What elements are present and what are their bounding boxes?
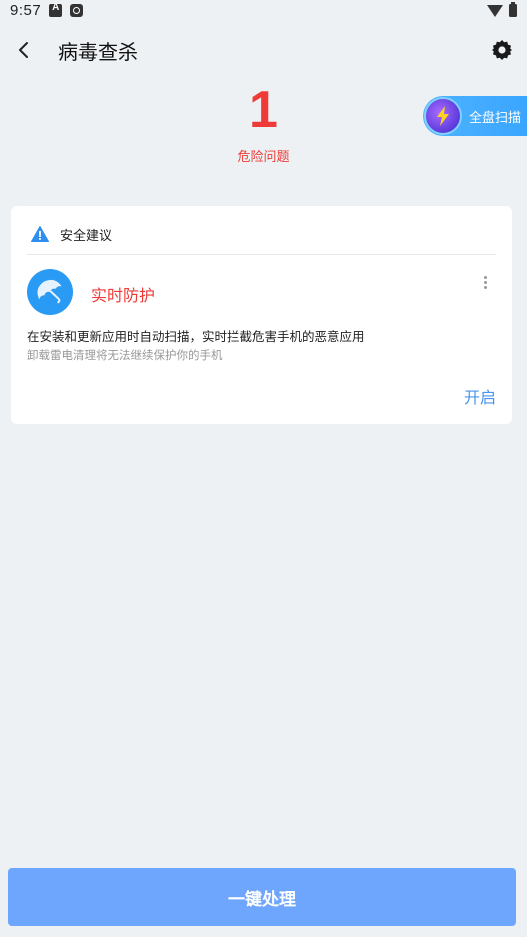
enable-button[interactable]: 开启 — [464, 384, 496, 408]
back-icon[interactable] — [14, 40, 34, 60]
fullscan-label: 全盘扫描 — [469, 110, 522, 126]
card-title: 安全建议 — [60, 228, 113, 244]
umbrella-icon — [27, 269, 73, 315]
fullscan-button[interactable]: 全盘扫描 — [423, 96, 527, 136]
battery-icon — [509, 1, 517, 17]
status-bar: 9:57 — [0, 0, 527, 20]
one-click-fix-button[interactable]: 一键处理 — [8, 868, 516, 926]
realtime-protection-note: 卸载雷电清理将无法继续保护你的手机 — [27, 348, 223, 362]
lightning-icon — [424, 97, 462, 135]
realtime-protection-description: 在安装和更新应用时自动扫描，实时拦截危害手机的恶意应用 — [27, 329, 365, 344]
security-suggestion-card: 安全建议 实时防护 在安装和更新应用时自动扫描，实时拦截危害手机的恶意应用 卸载… — [11, 206, 512, 424]
app-header: 病毒查杀 — [0, 28, 527, 72]
status-time: 9:57 — [10, 1, 42, 19]
realtime-protection-title: 实时防护 — [91, 286, 156, 305]
status-right — [487, 0, 517, 20]
more-icon[interactable] — [484, 276, 488, 292]
card-divider — [27, 254, 496, 255]
gear-icon[interactable] — [490, 38, 514, 62]
notification-a-icon — [49, 2, 63, 17]
card-header: 安全建议 — [31, 224, 112, 244]
wifi-icon — [487, 5, 503, 17]
warning-icon — [31, 226, 49, 242]
danger-count-label: 危险问题 — [237, 150, 290, 165]
page-title: 病毒查杀 — [58, 40, 138, 64]
notification-app-icon — [70, 3, 84, 17]
